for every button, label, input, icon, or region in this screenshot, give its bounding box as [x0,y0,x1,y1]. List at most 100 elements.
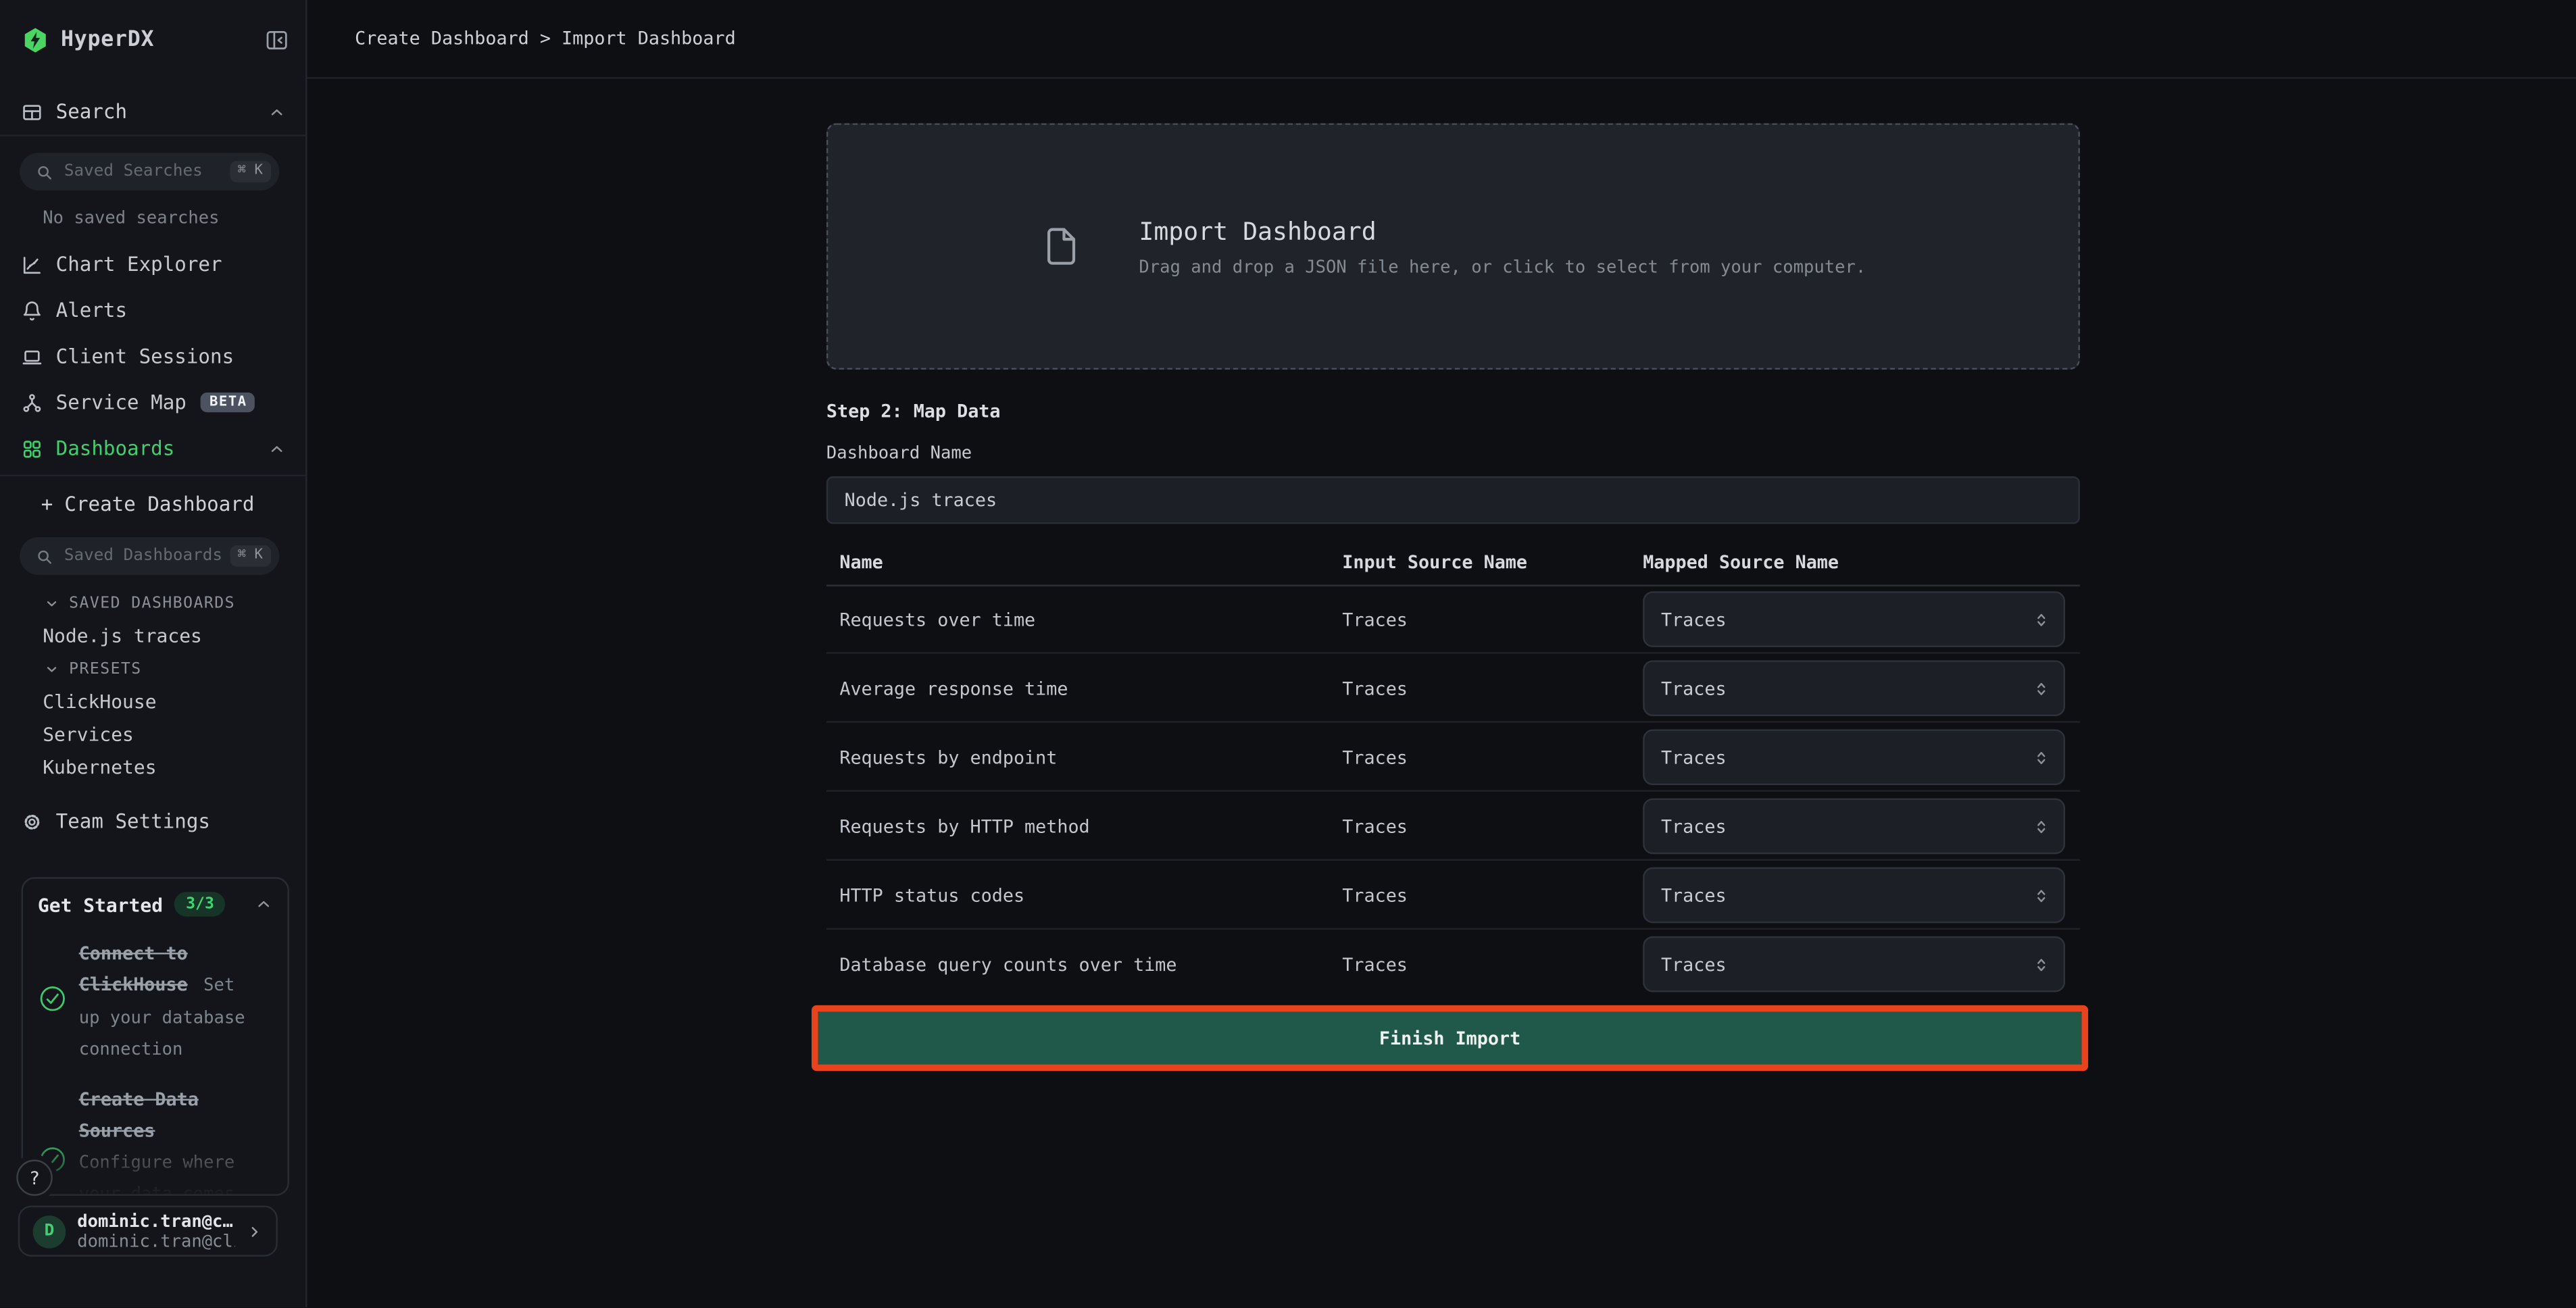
create-dashboard-button[interactable]: + Create Dashboard [0,481,305,527]
mapped-source-select[interactable]: Traces [1643,799,2065,855]
mapped-source-select[interactable]: Traces [1643,936,2065,992]
sidebar-item-nodejs-traces[interactable]: Node.js traces [0,620,305,653]
chevrons-up-down-icon [2032,748,2050,766]
step-title: Create Data Sources [79,1089,199,1142]
saved-searches-search[interactable]: ⌘ K [20,153,279,191]
saved-dashboards-search[interactable]: ⌘ K [20,537,279,575]
shortcut-badge: ⌘ K [229,161,271,183]
search-icon [36,164,52,180]
bell-icon [22,300,43,322]
select-value: Traces [1661,609,1727,630]
row-input-source: Traces [1342,930,1408,999]
presets-section-toggle[interactable]: PRESETS [0,652,305,685]
table-row: Database query counts over time Traces T… [826,930,2080,999]
beta-badge: BETA [201,392,255,412]
breadcrumb[interactable]: Create Dashboard > Import Dashboard [355,28,736,49]
row-name: HTTP status codes [839,861,1024,930]
table-row: Requests over time Traces Traces [826,585,2080,654]
dashboards-icon [22,438,43,459]
main-content: Import Dashboard Drag and drop a JSON fi… [307,79,2576,1308]
hyperdx-app: HyperDX Search ⌘ K No saved searches [0,0,2576,1307]
progress-badge: 3/3 [174,892,226,917]
chevrons-up-down-icon [2032,955,2050,974]
row-input-source: Traces [1342,654,1408,723]
chevrons-up-down-icon [2032,610,2050,628]
select-value: Traces [1661,953,1727,975]
sidebar-item-team-settings[interactable]: Team Settings [0,799,305,845]
sidebar-item-clickhouse[interactable]: ClickHouse [0,685,305,718]
chevron-right-icon [247,1223,263,1239]
mapped-source-select[interactable]: Traces [1643,660,2065,716]
help-button[interactable]: ? [16,1159,52,1195]
team-settings-label: Team Settings [56,810,210,833]
row-input-source: Traces [1342,861,1408,930]
row-input-source: Traces [1342,585,1408,654]
get-started-title: Get Started [38,893,163,916]
sidebar-item-chart-explorer[interactable]: Chart Explorer [0,241,305,287]
sidebar-item-alerts[interactable]: Alerts [0,287,305,333]
divider [0,134,305,136]
get-started-panel: Get Started 3/3 Connect to ClickHouse Se… [22,877,289,1196]
row-input-source: Traces [1342,792,1408,861]
user-name: dominic.tran@c… [77,1211,234,1231]
chevrons-up-down-icon [2032,679,2050,697]
section-title: SAVED DASHBOARDS [69,594,235,612]
select-value: Traces [1661,815,1727,837]
sidebar: HyperDX Search ⌘ K No saved searches [0,0,307,1307]
dropzone-subtitle: Drag and drop a JSON file here, or click… [1139,257,1866,276]
chevron-up-icon [255,895,273,913]
sidebar-item-search[interactable]: Search [22,92,286,131]
section-title: PRESETS [69,659,142,678]
chevrons-up-down-icon [2032,886,2050,905]
avatar: D [33,1215,66,1248]
sidebar-collapse-icon[interactable] [264,27,289,51]
plus-icon: + [41,493,53,515]
get-started-header[interactable]: Get Started 3/3 [23,879,287,917]
sidebar-nav: Chart Explorer Alerts Client Sessions Se… [0,241,305,471]
chevron-up-icon [268,103,286,121]
gear-icon [22,811,43,832]
dashboard-name-label: Dashboard Name [826,443,972,463]
table-row: Requests by HTTP method Traces Traces [826,792,2080,861]
get-started-step[interactable]: Connect to ClickHouse Set up your databa… [23,935,287,1062]
shortcut-badge: ⌘ K [229,545,271,568]
dashboard-name-input[interactable] [826,476,2080,524]
get-started-step[interactable]: Create Data Sources Configure where your… [23,1080,287,1196]
step-description: Configure where your data comes from [79,1153,235,1196]
sidebar-item-client-sessions[interactable]: Client Sessions [0,334,305,380]
sidebar-item-service-map[interactable]: Service Map BETA [0,380,305,426]
table-row: Average response time Traces Traces [826,654,2080,723]
dropzone-title: Import Dashboard [1139,216,1866,246]
nav-label: Dashboards [56,437,175,460]
hyperdx-logo-icon [22,24,49,55]
search-section-label: Search [56,100,127,123]
user-menu[interactable]: D dominic.tran@c… dominic.tran@cli… [18,1206,278,1257]
user-email: dominic.tran@cli… [77,1231,234,1251]
logo-row: HyperDX [22,20,289,59]
chevron-down-icon [45,595,59,610]
chart-explorer-icon [22,254,43,276]
saved-searches-input[interactable] [64,163,230,181]
mapped-source-select[interactable]: Traces [1643,591,2065,647]
mapped-source-select[interactable]: Traces [1643,867,2065,924]
dashboards-tree: SAVED DASHBOARDS Node.js traces PRESETS … [0,586,305,784]
import-dropzone[interactable]: Import Dashboard Drag and drop a JSON fi… [826,123,2080,370]
file-icon [1041,220,1083,273]
user-text: dominic.tran@c… dominic.tran@cli… [77,1211,234,1251]
select-value: Traces [1661,678,1727,699]
row-name: Requests by endpoint [839,723,1057,792]
step-text: Connect to ClickHouse Set up your databa… [79,935,263,1062]
sidebar-item-dashboards[interactable]: Dashboards [0,426,305,472]
select-value: Traces [1661,884,1727,906]
divider [0,475,305,476]
chevrons-up-down-icon [2032,818,2050,836]
saved-dashboards-input[interactable] [64,547,230,565]
saved-dashboards-section-toggle[interactable]: SAVED DASHBOARDS [0,586,305,620]
step-heading: Step 2: Map Data [826,401,1001,422]
finish-import-button[interactable]: Finish Import [818,1012,2082,1065]
sidebar-item-services[interactable]: Services [0,718,305,751]
sidebar-item-kubernetes[interactable]: Kubernetes [0,751,305,784]
mapped-source-select[interactable]: Traces [1643,729,2065,785]
chevron-up-icon [268,439,286,457]
table-row: HTTP status codes Traces Traces [826,861,2080,930]
